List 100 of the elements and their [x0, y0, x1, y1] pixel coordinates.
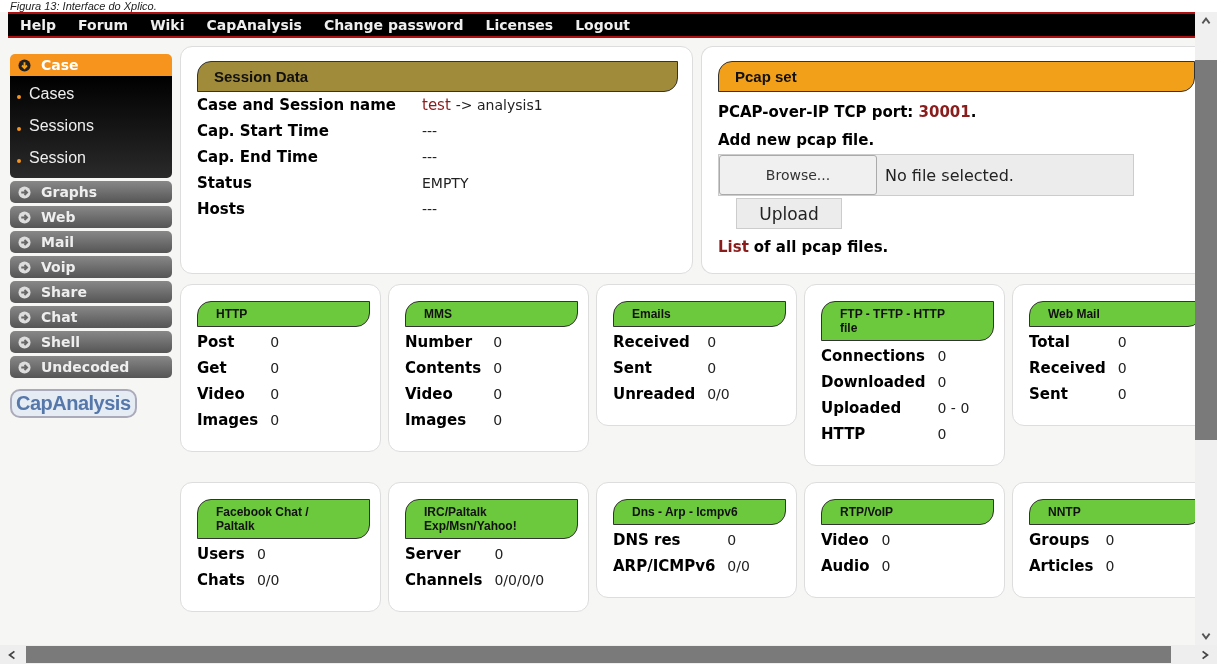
- bullet-icon: [17, 95, 21, 99]
- stat-value: 0: [937, 373, 948, 392]
- stat-value: 0: [727, 531, 738, 550]
- nav-link[interactable]: Change password: [323, 17, 464, 33]
- card-header: FTP - TFTP - HTTP file: [821, 301, 994, 341]
- panel-header: Session Data: [197, 61, 678, 92]
- card-header: Emails: [613, 301, 786, 327]
- stat-label: ARP/ICMPv6: [613, 556, 716, 577]
- stat-value: 0: [1105, 557, 1116, 576]
- nav-link[interactable]: CapAnalysis: [206, 17, 302, 33]
- sidebar-item[interactable]: Share: [10, 281, 172, 303]
- stat-label: Sent: [1029, 384, 1069, 405]
- logo: CapAnalysis: [10, 389, 137, 418]
- file-input[interactable]: Browse... No file selected.: [718, 154, 1134, 196]
- browse-button[interactable]: Browse...: [719, 155, 877, 195]
- stat-value: 0/0: [707, 385, 731, 404]
- stat-value: 0: [707, 359, 718, 378]
- stat-value: 0: [270, 411, 281, 430]
- submenu-link[interactable]: Cases: [29, 85, 75, 103]
- sidebar-item[interactable]: Mail: [10, 231, 172, 253]
- field-value: ---: [422, 148, 438, 167]
- stat-value: 0: [256, 545, 267, 564]
- nav-link[interactable]: Licenses: [485, 17, 554, 33]
- nav-link[interactable]: Help: [20, 17, 57, 33]
- sidebar-item[interactable]: Undecoded: [10, 356, 172, 378]
- down-arrow-icon: [18, 58, 31, 72]
- stat-value: 0: [937, 347, 948, 366]
- stat-label: Contents: [405, 358, 482, 379]
- stat-label: Images: [405, 410, 468, 431]
- card-header: MMS: [405, 301, 578, 327]
- stat-label: Get: [197, 358, 228, 379]
- sidebar-item[interactable]: Voip: [10, 256, 172, 278]
- card-header: RTP/VoIP: [821, 499, 994, 525]
- stat-label: Received: [1029, 358, 1106, 379]
- field-label: Cap. End Time: [197, 147, 319, 168]
- sidebar-item[interactable]: Shell: [10, 331, 172, 353]
- right-arrow-icon: [18, 235, 31, 249]
- stat-value: 0: [1117, 333, 1128, 352]
- field-label: Cap. Start Time: [197, 121, 330, 142]
- stat-value: 0: [1117, 359, 1128, 378]
- submenu-link[interactable]: Session: [29, 149, 86, 167]
- upload-button[interactable]: Upload: [736, 198, 842, 229]
- stat-label: Articles: [1029, 556, 1094, 577]
- right-arrow-icon: [18, 310, 31, 324]
- stat-label: Images: [197, 410, 259, 431]
- bullet-icon: [17, 159, 21, 163]
- stat-value: 0: [881, 557, 892, 576]
- card-header: NNTP: [1029, 499, 1195, 525]
- stat-label: Channels: [405, 570, 483, 591]
- stat-label: Groups: [1029, 530, 1091, 551]
- submenu-link[interactable]: Sessions: [29, 117, 94, 135]
- stat-label: Received: [613, 332, 691, 353]
- stat-label: Audio: [821, 556, 870, 577]
- field-value: ---: [422, 200, 438, 219]
- stat-label: Sent: [613, 358, 653, 379]
- stat-value: 0: [1117, 385, 1128, 404]
- stat-label: Chats: [197, 570, 245, 591]
- right-arrow-icon: [18, 335, 31, 349]
- stat-label: Video: [821, 530, 870, 551]
- right-arrow-icon: [18, 210, 31, 224]
- stat-value: 0: [937, 425, 948, 444]
- field-label: Status: [197, 173, 253, 194]
- card-header: Dns - Arp - Icmpv6: [613, 499, 786, 525]
- field-value: ---: [422, 122, 438, 141]
- case-link[interactable]: test: [422, 92, 451, 118]
- nav-link[interactable]: Forum: [78, 17, 129, 33]
- horizontal-scrollbar[interactable]: [0, 645, 1217, 664]
- stat-value: 0: [881, 531, 892, 550]
- figure-caption: Figura 13: Interface do Xplico.: [9, 0, 158, 12]
- port-text: PCAP-over-IP TCP port: 30001.: [718, 102, 978, 123]
- stat-value: 0: [493, 359, 504, 378]
- stat-value: 0/0: [256, 571, 281, 590]
- list-text: of all pcap files.: [753, 237, 889, 258]
- stat-label: Video: [197, 384, 246, 405]
- list-link[interactable]: List: [718, 233, 749, 261]
- sidebar-item[interactable]: Chat: [10, 306, 172, 328]
- scroll-thumb[interactable]: [1195, 60, 1217, 440]
- nav-link[interactable]: Wiki: [150, 17, 185, 33]
- stat-value: 0: [493, 333, 504, 352]
- stat-value: 0: [270, 385, 281, 404]
- add-file-label: Add new pcap file.: [718, 130, 876, 151]
- card-header: Web Mail: [1029, 301, 1195, 327]
- right-arrow-icon: [18, 360, 31, 374]
- panel-header: Pcap set: [718, 61, 1195, 92]
- card-header: HTTP: [197, 301, 370, 327]
- sidebar-item[interactable]: Graphs: [10, 181, 172, 203]
- stat-value: 0: [707, 333, 718, 352]
- scroll-thumb[interactable]: [26, 646, 1171, 663]
- stat-value: 0/0: [727, 557, 751, 576]
- right-arrow-icon: [18, 285, 31, 299]
- stat-label: HTTP: [821, 424, 867, 445]
- stat-value: 0: [270, 359, 281, 378]
- stat-value: 0: [270, 333, 281, 352]
- stat-label: Unreaded: [613, 384, 696, 405]
- sidebar-item[interactable]: Web: [10, 206, 172, 228]
- vertical-scrollbar[interactable]: [1195, 12, 1217, 645]
- stat-label: Connections: [821, 346, 926, 367]
- stat-label: Server: [405, 544, 462, 565]
- field-value: EMPTY: [422, 174, 469, 193]
- nav-link[interactable]: Logout: [575, 17, 631, 33]
